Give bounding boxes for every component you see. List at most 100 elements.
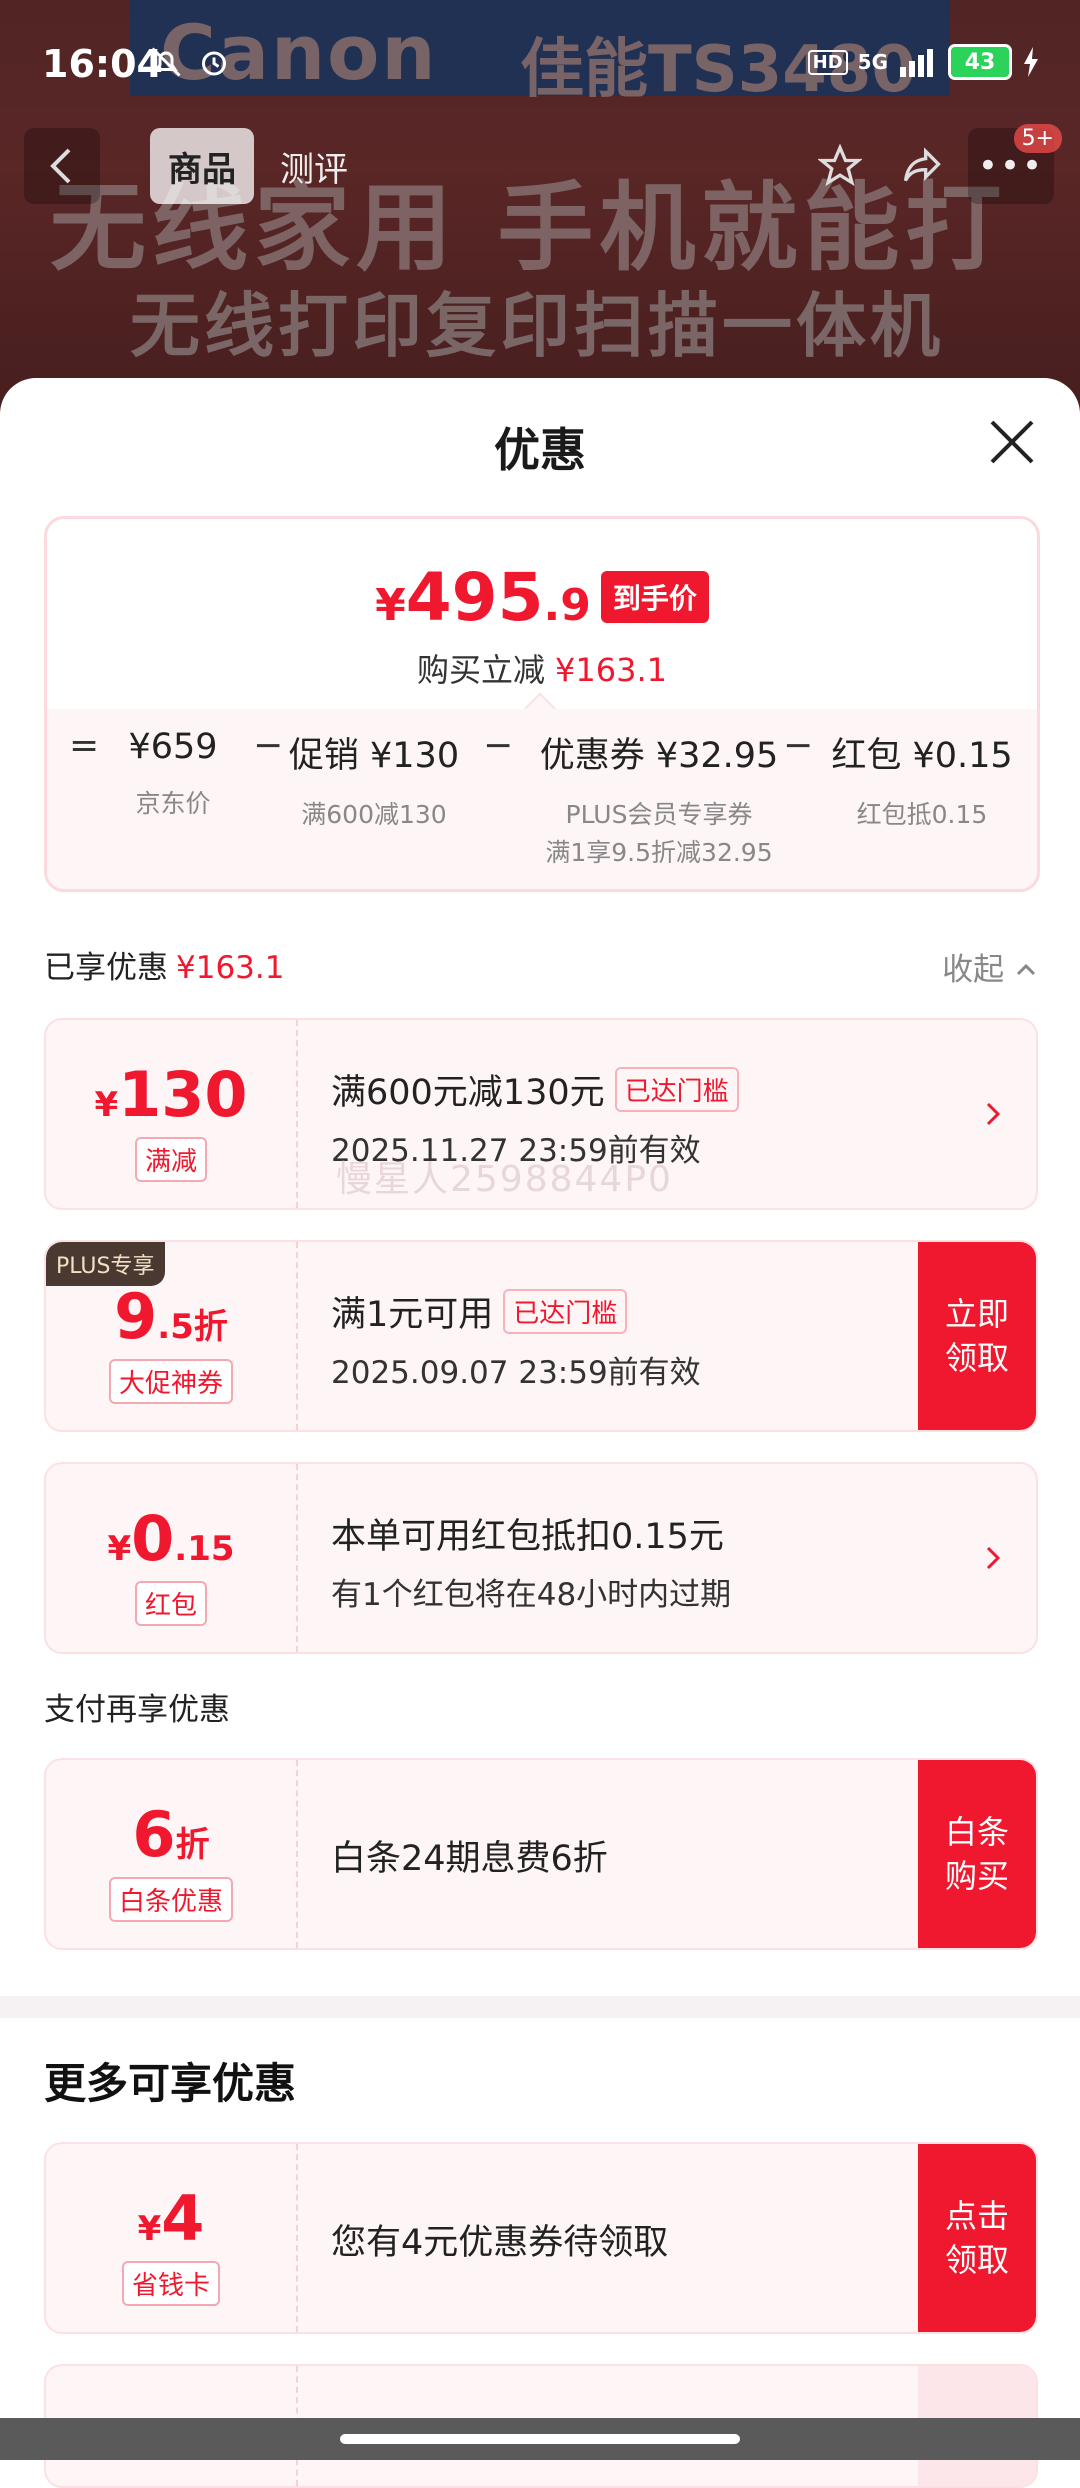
- discount-unit: 折: [175, 1825, 210, 1865]
- cta-line: 立即: [944, 1295, 1009, 1333]
- collapse-button[interactable]: 收起: [942, 944, 1038, 989]
- chevron-right-icon: [986, 1546, 1001, 1570]
- red-packet-expiry: 有1个红包将在48小时内过期: [331, 1577, 732, 1613]
- status-bar: 16:04 HD 5G 43: [0, 0, 1080, 130]
- coupon-amount: 4: [161, 2182, 205, 2255]
- coupon-value: ¥0.15 红包: [46, 1464, 298, 1652]
- coupon-amount: 0: [131, 1502, 175, 1575]
- favorite-button[interactable]: [804, 128, 876, 204]
- discount-sheet: 优惠 ¥495.9 到手价 购买立减 ¥163.1 = ¥659 京东价 − 促销 …: [0, 378, 1080, 2488]
- coupon-value: ¥130 满减: [46, 1020, 298, 1208]
- baitiao-desc: 白条24期息费6折: [331, 1839, 608, 1879]
- coupon-type-label: 红包: [134, 1581, 207, 1626]
- coupon-condition: 满600元减130元: [331, 1073, 605, 1113]
- alarm-icon: [202, 51, 226, 76]
- price-summary: ¥495.9 到手价 购买立减 ¥163.1 = ¥659 京东价 − 促销 ¥13…: [44, 516, 1040, 892]
- back-button[interactable]: [24, 128, 100, 204]
- red-packet-card[interactable]: ¥0.15 红包 本单可用红包抵扣0.15元 有1个红包将在48小时内过期: [44, 1462, 1038, 1654]
- currency-symbol: ¥: [137, 2209, 162, 2249]
- coupon-type-label: 省钱卡: [121, 2261, 220, 2306]
- sheet-title: 优惠: [494, 423, 586, 477]
- baitiao-card[interactable]: 6折 白条优惠 白条24期息费6折 白条购买: [44, 1758, 1038, 1950]
- close-icon[interactable]: [984, 414, 1040, 470]
- coupon-amount: 130: [118, 1058, 248, 1131]
- currency-symbol: ¥: [94, 1085, 119, 1125]
- breakdown-sub: 京东价: [135, 789, 211, 818]
- breakdown-value: 促销 ¥130: [288, 736, 460, 776]
- gesture-bar: [0, 2418, 1080, 2460]
- coupon-condition: 满1元可用: [331, 1295, 494, 1335]
- collapse-label: 收起: [942, 952, 1005, 988]
- red-packet-desc: 本单可用红包抵扣0.15元: [331, 1517, 724, 1557]
- op-minus: −: [783, 725, 814, 766]
- signal-icon: [900, 49, 933, 77]
- star-icon: [818, 144, 862, 187]
- more-button[interactable]: ••• 5+: [968, 124, 1062, 204]
- threshold-badge: 已达门槛: [503, 1289, 628, 1334]
- enjoyed-label: 已享优惠 ¥163.1: [44, 942, 284, 987]
- battery-indicator: 43: [948, 44, 1012, 80]
- section-divider: [0, 1996, 1080, 2018]
- breakdown-red-packet: 红包 ¥0.15 红包抵0.15: [817, 727, 1027, 834]
- baitiao-buy-button[interactable]: 白条 购买: [918, 1760, 1036, 1948]
- breakdown-sub-line: 满1享9.5折减32.95: [545, 838, 773, 867]
- coupon-expiry: 2025.09.07 23:59前有效: [331, 1355, 701, 1391]
- savings-desc: 您有4元优惠券待领取: [331, 2223, 669, 2263]
- final-price-tag: 到手价: [600, 571, 709, 623]
- breakdown-sub: 红包抵0.15: [856, 800, 988, 829]
- coupon-decimal: .15: [174, 1529, 235, 1569]
- share-button[interactable]: [886, 128, 958, 204]
- watermark-text: 慢星人2598844P0: [336, 1159, 673, 1200]
- chevron-left-icon: [50, 148, 71, 184]
- coupon-type-label: 大促神券: [108, 1359, 233, 1404]
- charging-icon: [1024, 47, 1038, 77]
- share-icon: [903, 147, 941, 182]
- breakdown-value: ¥659: [128, 727, 218, 767]
- tab-goods[interactable]: 商品: [150, 128, 254, 204]
- chevron-up-icon: [1016, 963, 1036, 976]
- chevron-right-icon: [986, 1102, 1001, 1126]
- more-discounts-title: 更多可享优惠: [44, 2059, 297, 2108]
- coupon-type-label: 白条优惠: [108, 1877, 233, 1922]
- coupon-value: 6折 白条优惠: [46, 1760, 298, 1948]
- threshold-badge: 已达门槛: [614, 1067, 739, 1112]
- product-nav-bar: 商品 测评 ••• 5+: [24, 124, 1062, 208]
- coupon-amount: 9: [114, 1280, 158, 1353]
- reduce-line: 购买立减 ¥163.1: [47, 645, 1037, 691]
- coupon-value: ¥4 省钱卡: [46, 2144, 298, 2332]
- claim-savings-button[interactable]: 点击 领取: [918, 2144, 1036, 2332]
- claim-coupon-button[interactable]: 立即 领取: [918, 1242, 1036, 1430]
- enjoyed-title: 已享优惠: [44, 950, 168, 986]
- coupon-type-label: 满减: [134, 1137, 207, 1182]
- breakdown-sub: 满600减130: [301, 800, 447, 829]
- price-integer: 495: [405, 559, 544, 636]
- final-price: ¥495.9 到手价: [47, 559, 1037, 636]
- enjoyed-value: ¥163.1: [176, 950, 285, 986]
- breakdown-value: 优惠券 ¥32.95: [539, 736, 779, 776]
- pay-section-label: 支付再享优惠: [44, 1692, 230, 1728]
- network-label: 5G: [857, 50, 888, 74]
- tab-review[interactable]: 测评: [262, 128, 366, 204]
- breakdown-jd-price: ¥659 京东价: [93, 727, 253, 823]
- coupon-card-plus[interactable]: 9.5折 大促神券 PLUS专享 满1元可用 已达门槛 2025.09.07 23…: [44, 1240, 1038, 1432]
- breakdown-promotion: 促销 ¥130 满600减130: [279, 727, 469, 834]
- bell-off-icon: [151, 47, 181, 77]
- breakdown-coupon: 优惠券 ¥32.95 PLUS会员专享券 满1享9.5折减32.95: [509, 727, 809, 872]
- cta-line: 点击: [944, 2197, 1009, 2235]
- discount-amount: 6: [132, 1798, 176, 1871]
- reduce-label: 购买立减: [417, 651, 546, 689]
- breakdown-sub-line: PLUS会员专享券: [565, 800, 753, 829]
- home-indicator[interactable]: [340, 2434, 740, 2444]
- status-time: 16:04: [42, 42, 163, 86]
- cta-line: 白条: [944, 1813, 1009, 1851]
- final-price-area: ¥495.9 到手价 购买立减 ¥163.1: [47, 519, 1037, 709]
- currency-symbol: ¥: [107, 1529, 132, 1569]
- message-badge: 5+: [1013, 124, 1062, 153]
- currency-symbol: ¥: [375, 580, 406, 631]
- price-decimal: .9: [543, 580, 591, 631]
- reduce-value: ¥163.1: [555, 651, 667, 689]
- savings-card[interactable]: ¥4 省钱卡 您有4元优惠券待领取 点击 领取: [44, 2142, 1038, 2334]
- breakdown-sub: PLUS会员专享券 满1享9.5折减32.95: [509, 796, 809, 872]
- cta-line: 购买: [944, 1857, 1009, 1895]
- plus-exclusive-tag: PLUS专享: [46, 1242, 165, 1286]
